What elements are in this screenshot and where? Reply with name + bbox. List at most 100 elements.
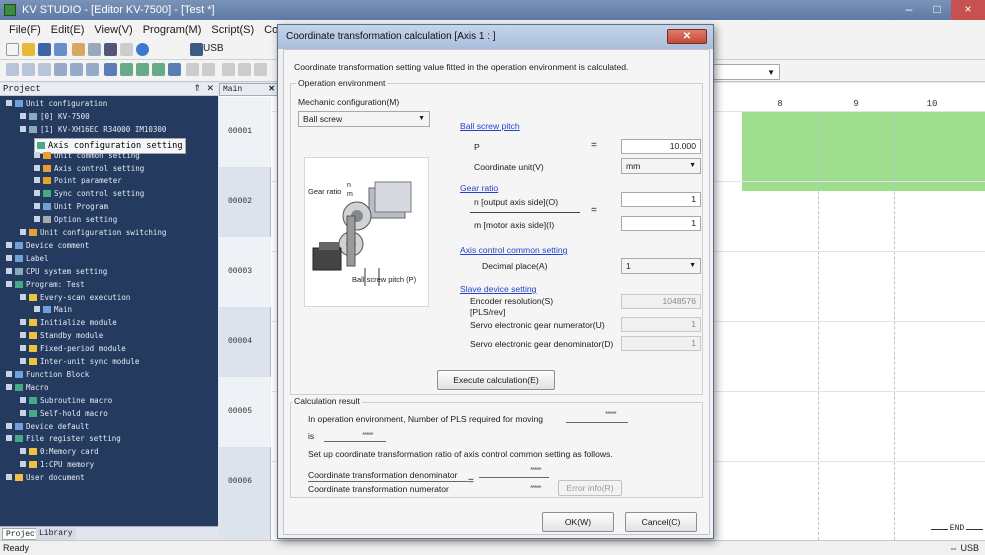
menu-file[interactable]: File(F) <box>4 24 46 36</box>
expand-toggle-icon[interactable] <box>34 151 40 158</box>
expand-toggle-icon[interactable] <box>6 254 12 261</box>
expand-toggle-icon[interactable] <box>34 216 40 223</box>
tree-item[interactable]: Every-scan execution <box>20 293 130 303</box>
expand-toggle-icon[interactable] <box>20 409 26 416</box>
expand-toggle-icon[interactable] <box>6 422 12 429</box>
row-number[interactable]: 00001 <box>219 97 271 167</box>
tree-item[interactable]: Main <box>34 305 72 315</box>
tab-library[interactable]: Library <box>36 528 76 540</box>
tree-item[interactable]: Macro <box>6 383 49 393</box>
expand-toggle-icon[interactable] <box>20 448 26 455</box>
stop-icon[interactable] <box>202 63 215 76</box>
expand-toggle-icon[interactable] <box>20 229 26 235</box>
close-window-button[interactable]: × <box>951 0 985 20</box>
expand-toggle-icon[interactable] <box>6 474 12 481</box>
row-number[interactable]: 00002 <box>219 167 271 237</box>
tree-item[interactable]: Unit configuration <box>6 99 107 109</box>
expand-toggle-icon[interactable] <box>20 358 26 364</box>
help-icon[interactable] <box>136 43 149 56</box>
tree-item[interactable]: Program: Test <box>6 280 85 290</box>
expand-toggle-icon[interactable] <box>20 396 26 403</box>
compile-icon[interactable] <box>120 63 133 76</box>
row-number[interactable]: 00005 <box>219 377 271 447</box>
expand-toggle-icon[interactable] <box>34 190 40 197</box>
mechanic-configuration-select[interactable]: Ball screw ▼ <box>298 111 430 127</box>
tree-item[interactable]: File register setting <box>6 434 121 444</box>
list-icon[interactable] <box>22 63 35 76</box>
tree-item[interactable]: Option setting <box>34 215 117 225</box>
grid-icon[interactable] <box>54 63 67 76</box>
tree-item[interactable]: Device default <box>6 422 89 432</box>
reset-icon[interactable] <box>254 63 267 76</box>
ok-button[interactable]: OK(W) <box>542 512 614 532</box>
menu-edit[interactable]: Edit(E) <box>46 24 90 36</box>
row-number[interactable]: 00004 <box>219 307 271 377</box>
open-folder-icon[interactable] <box>22 43 35 56</box>
expand-toggle-icon[interactable] <box>6 241 12 248</box>
tree-item[interactable]: Fixed-period module <box>20 344 126 354</box>
pause-icon[interactable] <box>238 63 251 76</box>
expand-toggle-icon[interactable] <box>6 370 12 377</box>
encoder-resolution-input[interactable]: 1048576 <box>621 294 701 309</box>
tree-item[interactable]: [1] KV-XH16EC R34000 IM10300 <box>20 125 166 135</box>
menu-program[interactable]: Program(M) <box>138 24 207 36</box>
expand-toggle-icon[interactable] <box>20 332 26 339</box>
table-icon[interactable] <box>70 63 83 76</box>
expand-toggle-icon[interactable] <box>34 164 40 171</box>
expand-toggle-icon[interactable] <box>20 125 26 132</box>
columns-icon[interactable] <box>86 63 99 76</box>
p-input[interactable]: 10.000 <box>621 139 701 154</box>
tree-item[interactable]: Inter-unit sync module <box>20 357 139 367</box>
tree-item[interactable]: 1:CPU memory <box>20 460 94 470</box>
tree-item[interactable]: 0:Memory card <box>20 447 99 457</box>
new-file-icon[interactable] <box>6 43 19 56</box>
tree-item[interactable]: CPU system setting <box>6 267 107 277</box>
cut-icon[interactable] <box>72 43 85 56</box>
tree-item[interactable]: Unit Program <box>34 202 108 212</box>
ball-screw-pitch-link[interactable]: Ball screw pitch <box>460 121 520 132</box>
step-icon[interactable] <box>222 63 235 76</box>
expand-toggle-icon[interactable] <box>6 100 12 106</box>
expand-toggle-icon[interactable] <box>34 203 40 210</box>
tree-item[interactable]: Function Block <box>6 370 89 380</box>
save-all-icon[interactable] <box>54 43 67 56</box>
coordinate-unit-select[interactable]: mm ▼ <box>621 158 701 174</box>
execute-calculation-button[interactable]: Execute calculation(E) <box>437 370 555 390</box>
tree-item[interactable]: Unit common setting <box>34 151 140 161</box>
expand-toggle-icon[interactable] <box>20 345 26 352</box>
servo-numerator-input[interactable]: 1 <box>621 317 701 332</box>
tree-item[interactable]: Sync control setting <box>34 189 144 199</box>
expand-toggle-icon[interactable] <box>34 306 40 313</box>
expand-toggle-icon[interactable] <box>20 293 26 300</box>
servo-denominator-input[interactable]: 1 <box>621 336 701 351</box>
expand-toggle-icon[interactable] <box>6 435 12 442</box>
align-icon[interactable] <box>6 63 19 76</box>
print-preview-icon[interactable] <box>120 43 133 56</box>
gear-m-input[interactable]: 1 <box>621 216 701 231</box>
expand-toggle-icon[interactable] <box>20 319 26 326</box>
ladder-icon[interactable] <box>104 63 117 76</box>
menu-script[interactable]: Script(S) <box>206 24 259 36</box>
axis-control-common-link[interactable]: Axis control common setting <box>460 245 567 256</box>
close-tab-icon[interactable]: ✕ <box>268 84 275 96</box>
copy-icon[interactable] <box>88 43 101 56</box>
indent-icon[interactable] <box>38 63 51 76</box>
cancel-button[interactable]: Cancel(C) <box>625 512 697 532</box>
expand-toggle-icon[interactable] <box>6 280 12 287</box>
monitor-icon[interactable] <box>190 43 203 56</box>
menu-view[interactable]: View(V) <box>89 24 137 36</box>
save-icon[interactable] <box>38 43 51 56</box>
tree-item[interactable]: Standby module <box>20 331 103 341</box>
expand-toggle-icon[interactable] <box>20 112 26 119</box>
tree-item[interactable]: [0] KV-7500 <box>20 112 90 122</box>
dialog-close-button[interactable]: ✕ <box>667 29 707 44</box>
gear-ratio-link[interactable]: Gear ratio <box>460 183 498 194</box>
row-number[interactable]: 00006 <box>219 447 271 517</box>
expand-toggle-icon[interactable] <box>34 177 40 184</box>
editor-tab-main[interactable]: Main ✕ <box>219 83 279 96</box>
tree-item[interactable]: Device comment <box>6 241 89 251</box>
decimal-place-select[interactable]: 1 ▼ <box>621 258 701 274</box>
tree-item[interactable]: Axis control setting <box>34 164 144 174</box>
tree-item[interactable]: User document <box>6 473 85 483</box>
tree-item[interactable]: Unit configuration switching <box>20 228 166 238</box>
